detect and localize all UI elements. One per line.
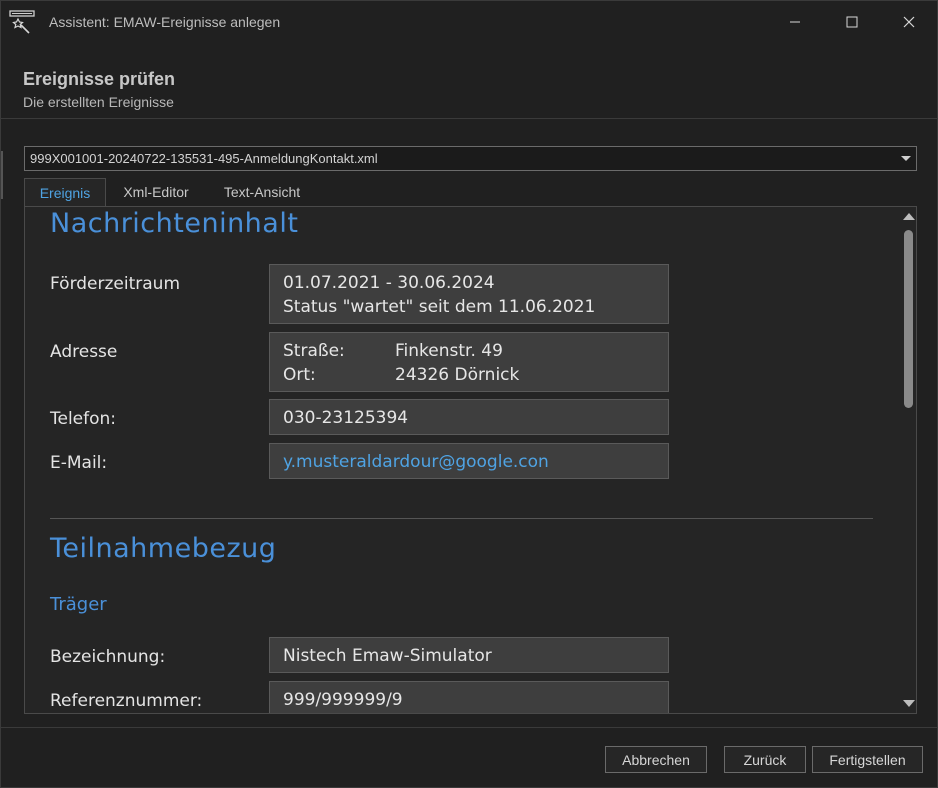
vertical-scrollbar[interactable] — [899, 207, 916, 713]
page-subtitle: Die erstellten Ereignisse — [23, 94, 174, 110]
wizard-wand-icon — [9, 10, 35, 34]
telefon-field[interactable]: 030-23125394 — [269, 399, 669, 435]
tab-text-ansicht[interactable]: Text-Ansicht — [206, 178, 318, 207]
cancel-button[interactable]: Abbrechen — [605, 746, 707, 773]
label-referenznummer: Referenznummer: — [50, 691, 203, 711]
chevron-down-icon[interactable] — [901, 156, 911, 161]
foerderzeitraum-field[interactable]: 01.07.2021 - 30.06.2024 Status "wartet" … — [269, 264, 669, 324]
referenznummer-value: 999/999999/9 — [283, 690, 403, 710]
minimize-button[interactable] — [767, 1, 823, 43]
email-link[interactable]: y.musteraldardour@google.con — [283, 452, 549, 472]
event-content-panel: Nachrichteninhalt Förderzeitraum 01.07.2… — [24, 206, 917, 714]
label-foerderzeitraum: Förderzeitraum — [50, 274, 181, 294]
scroll-down-arrow-icon[interactable] — [903, 700, 915, 707]
finish-button[interactable]: Fertigstellen — [812, 746, 923, 773]
close-icon — [903, 16, 915, 28]
tab-ereignis[interactable]: Ereignis — [24, 178, 106, 207]
label-adresse: Adresse — [50, 342, 118, 362]
wizard-header: Ereignisse prüfen Die erstellten Ereigni… — [1, 43, 937, 119]
page-title: Ereignisse prüfen — [23, 69, 176, 89]
file-select-value: 999X001001-20240722-135531-495-Anmeldung… — [30, 151, 378, 166]
window-title: Assistent: EMAW-Ereignisse anlegen — [49, 14, 281, 30]
back-button[interactable]: Zurück — [724, 746, 806, 773]
scroll-up-arrow-icon[interactable] — [903, 213, 915, 220]
tab-xml-editor[interactable]: Xml-Editor — [106, 178, 206, 207]
left-edge-marker — [1, 151, 3, 199]
close-button[interactable] — [881, 1, 937, 43]
event-content: Nachrichteninhalt Förderzeitraum 01.07.2… — [25, 207, 897, 713]
strasse-label: Straße: — [283, 341, 345, 361]
label-email: E-Mail: — [50, 453, 108, 473]
wizard-window: Assistent: EMAW-Ereignisse anlegen Ereig… — [0, 0, 938, 788]
strasse-value: Finkenstr. 49 — [395, 341, 503, 361]
foerderzeitraum-range: 01.07.2021 - 30.06.2024 — [283, 273, 495, 293]
foerderzeitraum-status: Status "wartet" seit dem 11.06.2021 — [283, 297, 596, 317]
subsection-title-traeger: Träger — [50, 594, 107, 615]
wizard-footer: Abbrechen Zurück Fertigstellen — [1, 727, 937, 787]
section-title-teilnahmebezug: Teilnahmebezug — [50, 533, 277, 564]
maximize-button[interactable] — [824, 1, 880, 43]
label-telefon: Telefon: — [50, 409, 117, 429]
scrollbar-thumb[interactable] — [904, 230, 913, 408]
label-bezeichnung: Bezeichnung: — [50, 647, 166, 667]
telefon-value: 030-23125394 — [283, 408, 409, 428]
section-title-nachrichteninhalt: Nachrichteninhalt — [50, 208, 299, 239]
email-field[interactable]: y.musteraldardour@google.con — [269, 443, 669, 479]
ort-label: Ort: — [283, 365, 316, 385]
adresse-field[interactable]: Straße: Finkenstr. 49 Ort: 24326 Dörnick — [269, 332, 669, 392]
section-divider — [50, 518, 873, 519]
bezeichnung-value: Nistech Emaw-Simulator — [283, 646, 492, 666]
bezeichnung-field[interactable]: Nistech Emaw-Simulator — [269, 637, 669, 673]
ort-value: 24326 Dörnick — [395, 365, 520, 385]
file-select-dropdown[interactable]: 999X001001-20240722-135531-495-Anmeldung… — [24, 146, 917, 171]
referenznummer-field[interactable]: 999/999999/9 — [269, 681, 669, 713]
title-bar[interactable]: Assistent: EMAW-Ereignisse anlegen — [1, 1, 937, 43]
